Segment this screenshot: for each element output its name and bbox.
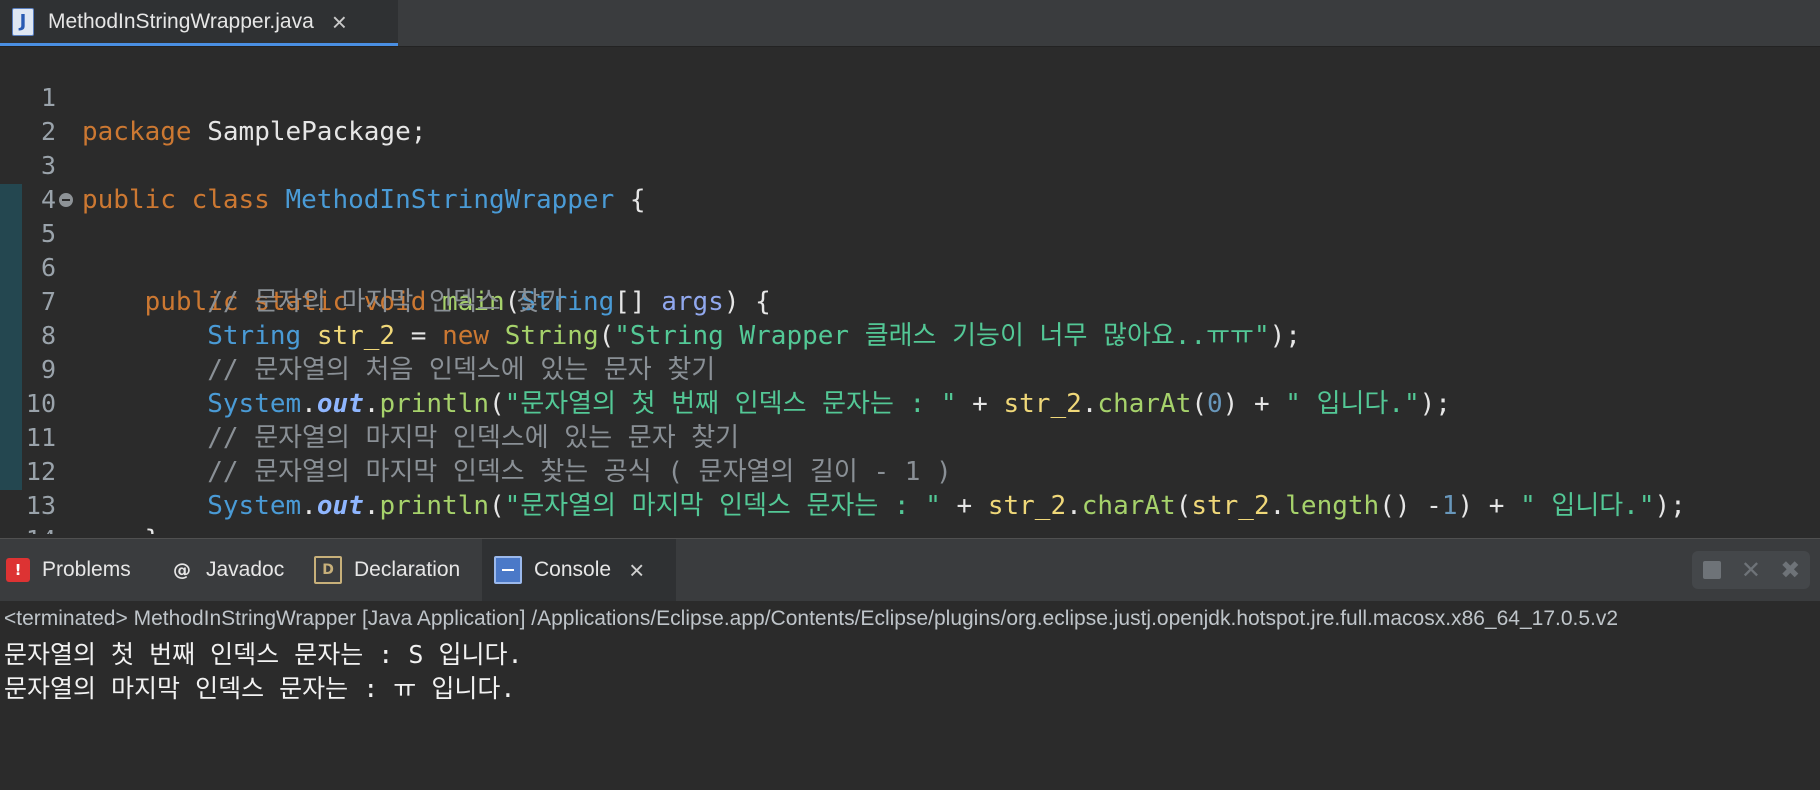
remove-launch-icon[interactable]: ✕	[1737, 556, 1765, 584]
code-editor[interactable]: 1 package SamplePackage; 2 3 public clas…	[0, 47, 1820, 534]
console-status: <terminated> MethodInStringWrapper [Java…	[4, 607, 1619, 630]
code-line: 13 }	[0, 455, 1820, 534]
bottom-panel: ! Problems @ Javadoc D Declaration Conso…	[0, 538, 1820, 790]
fold-collapse-icon[interactable]	[59, 193, 73, 207]
code-line: 7 String str_2 = new String("String Wrap…	[0, 251, 1820, 351]
tab-console[interactable]: Console ×	[482, 539, 676, 601]
code-line: 1 package SamplePackage;	[0, 47, 1820, 147]
code-lines: 1 package SamplePackage; 2 3 public clas…	[0, 47, 1820, 534]
code-line: 4	[0, 149, 1820, 214]
panel-tab-bar: ! Problems @ Javadoc D Declaration Conso…	[0, 538, 1820, 601]
tab-methodinstringwrapper-java[interactable]: J MethodInStringWrapper.java ×	[0, 0, 398, 46]
code-line: 9 System.out.println("문자열의 첫 번째 인덱스 문자는 …	[0, 319, 1820, 419]
javadoc-icon: @	[173, 559, 191, 581]
code-line: 11 // 문자열의 마지막 인덱스 찾는 공식 ( 문자열의 길이 - 1 )	[0, 387, 1820, 487]
code-line: 12 System.out.println("문자열의 마지막 인덱스 문자는 …	[0, 421, 1820, 521]
console-output[interactable]: 문자열의 첫 번째 인덱스 문자는 : S 입니다. 문자열의 마지막 인덱스 …	[4, 638, 1814, 706]
tab-label: Console	[534, 558, 612, 581]
java-file-icon: J	[12, 7, 34, 36]
code-line: 8 // 문자열의 처음 인덱스에 있는 문자 찾기	[0, 285, 1820, 385]
close-icon[interactable]: ×	[629, 555, 644, 586]
code-line: 14 }	[0, 489, 1820, 534]
code-line: 15	[0, 523, 1820, 534]
close-icon[interactable]: ×	[332, 9, 347, 35]
code-line: 5 public static void main(String[] args)…	[0, 183, 1820, 317]
console-output-line: 문자열의 마지막 인덱스 문자는 : ㅠ 입니다.	[4, 674, 516, 703]
declaration-icon: D	[314, 556, 342, 584]
console-output-line: 문자열의 첫 번째 인덱스 문자는 : S 입니다.	[4, 640, 523, 669]
problems-icon: !	[6, 558, 30, 582]
tab-label: Declaration	[354, 558, 461, 581]
tab-label: Problems	[42, 558, 131, 581]
tab-declaration[interactable]: D Declaration	[314, 539, 460, 601]
code-line: 2	[0, 81, 1820, 146]
editor-tab-bar: J MethodInStringWrapper.java ×	[0, 0, 1820, 47]
tab-label: MethodInStringWrapper.java	[48, 9, 314, 33]
terminate-icon[interactable]	[1698, 556, 1726, 584]
code-line: 3 public class MethodInStringWrapper {	[0, 115, 1820, 215]
tab-label: Javadoc	[206, 558, 285, 581]
tab-javadoc[interactable]: @ Javadoc	[170, 539, 284, 601]
console-icon	[494, 556, 522, 584]
eclipse-window: J MethodInStringWrapper.java × 1 package…	[0, 0, 1820, 790]
code-line: 6 // 문자의 마지막 인덱스 찾기	[0, 217, 1820, 317]
code-line: 10 // 문자열의 마지막 인덱스에 있는 문자 찾기	[0, 353, 1820, 453]
remove-all-terminated-icon[interactable]: ✖	[1776, 556, 1804, 584]
console-toolbar: ✕ ✖	[1692, 551, 1810, 589]
tab-problems[interactable]: ! Problems	[6, 539, 131, 601]
